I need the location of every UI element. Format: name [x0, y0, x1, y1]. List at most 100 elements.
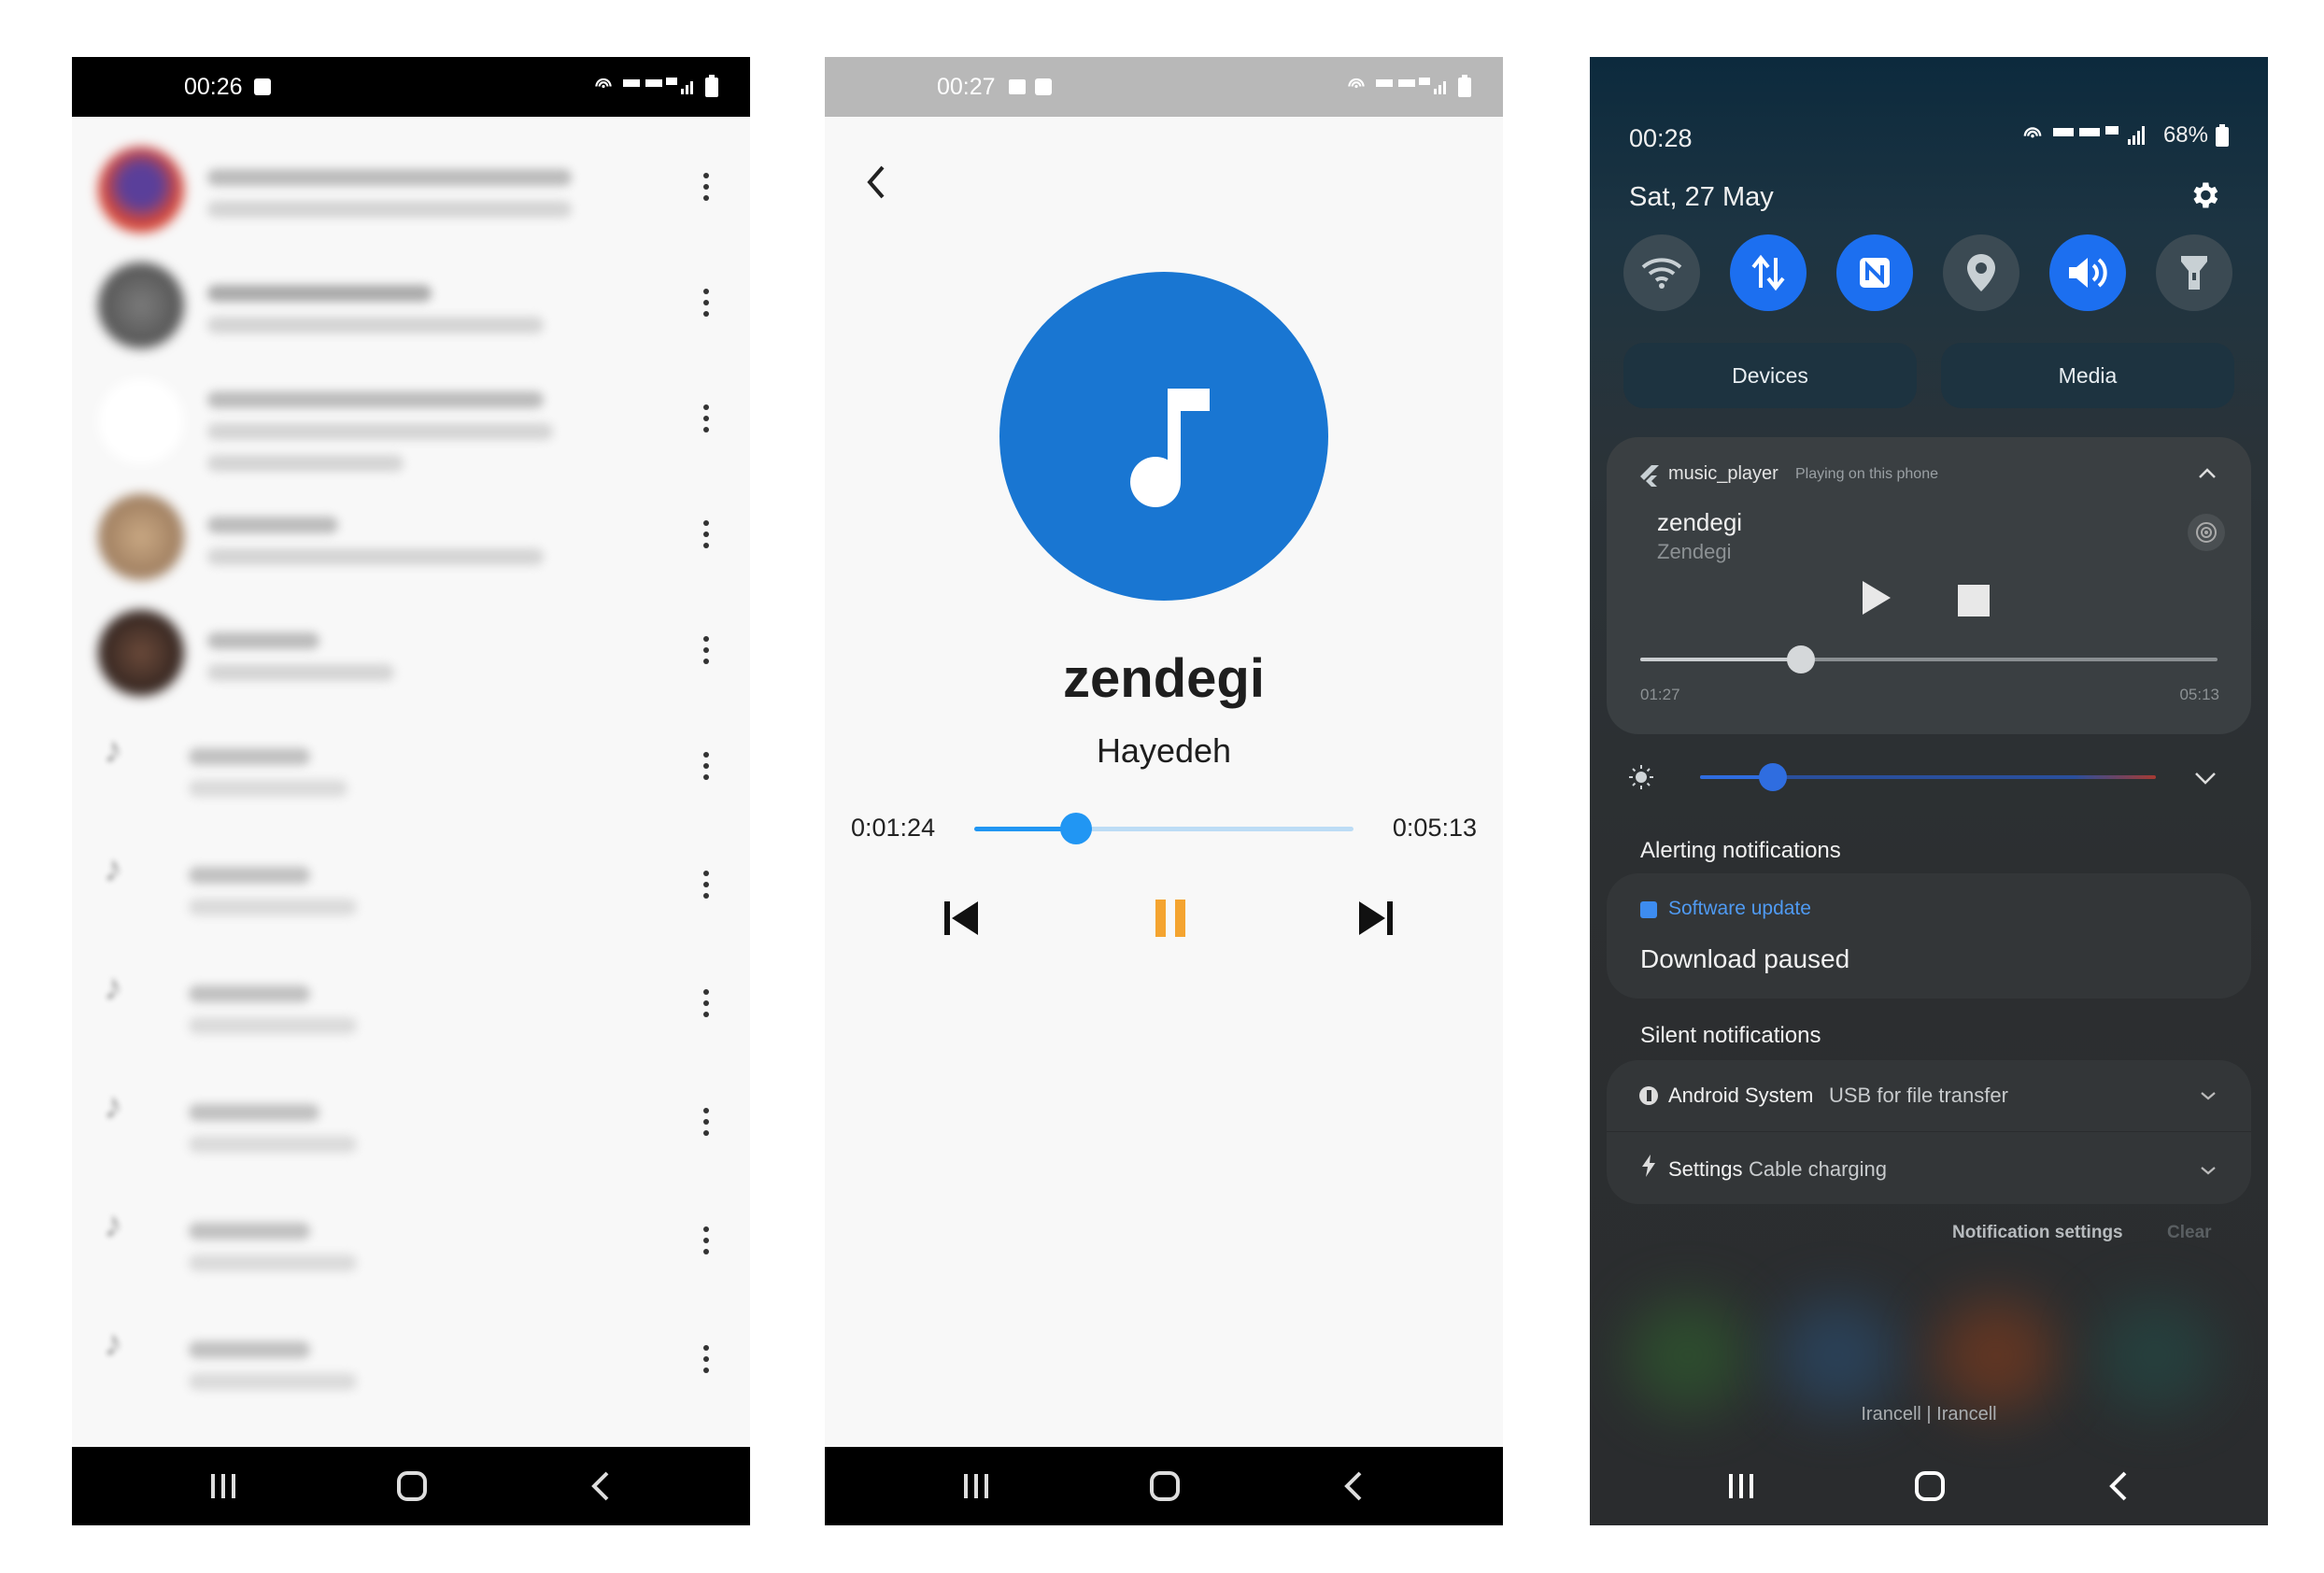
back-icon	[591, 1471, 609, 1501]
cast-output-icon	[2196, 522, 2217, 543]
list-item[interactable]	[72, 132, 750, 248]
devices-button[interactable]: Devices	[1623, 343, 1917, 408]
more-options-icon[interactable]	[703, 1345, 709, 1373]
recents-button[interactable]	[957, 1467, 995, 1505]
more-options-icon[interactable]	[703, 404, 709, 432]
album-art	[999, 272, 1328, 601]
more-options-icon[interactable]	[703, 752, 709, 780]
media-app-name: music_player	[1668, 463, 1778, 484]
media-seek-slider[interactable]	[1640, 645, 2218, 674]
checkbox-notification-icon	[1034, 78, 1052, 95]
list-item[interactable]	[72, 479, 750, 595]
list-item[interactable]: ♪	[72, 1185, 750, 1304]
collapse-chevron-icon[interactable]	[2197, 467, 2218, 480]
back-arrow-icon	[867, 165, 885, 199]
location-toggle[interactable]	[1943, 234, 2019, 311]
brightness-thumb[interactable]	[1759, 763, 1787, 791]
phone-screen-notifications: 00:28 68% Sat, 27 May Devices Media musi…	[1590, 57, 2268, 1525]
more-options-icon[interactable]	[703, 989, 709, 1017]
media-app-subtitle: Playing on this phone	[1795, 466, 1938, 482]
more-options-icon[interactable]	[703, 520, 709, 548]
home-button[interactable]	[1911, 1467, 1948, 1505]
pause-button[interactable]	[1150, 898, 1191, 939]
software-update-app: Software update	[1668, 898, 1811, 919]
wifi-toggle[interactable]	[1623, 234, 1700, 311]
blurred-title	[189, 748, 310, 765]
list-item[interactable]: ♪	[72, 1304, 750, 1423]
seek-slider[interactable]	[974, 812, 1353, 845]
navigation-bar	[72, 1447, 750, 1525]
settings-button[interactable]	[2188, 178, 2221, 212]
status-icons: 68%	[2019, 122, 2229, 149]
more-options-icon[interactable]	[703, 636, 709, 664]
brightness-slider[interactable]	[1700, 763, 2156, 791]
notification-settings-link[interactable]: Notification settings	[1952, 1223, 2123, 1243]
image-notification-icon	[1008, 79, 1026, 94]
media-stop-button[interactable]	[1956, 583, 1993, 620]
song-artist: Hayedeh	[1096, 731, 1232, 770]
home-icon	[1915, 1471, 1945, 1501]
media-play-button[interactable]	[1859, 579, 1896, 620]
settings-app: Settings	[1668, 1157, 1743, 1181]
expand-chevron-icon[interactable]	[2199, 1090, 2218, 1101]
navigation-bar	[1590, 1447, 2268, 1525]
blurred-subtitle	[207, 455, 404, 472]
media-notification-card[interactable]: music_player Playing on this phone zende…	[1607, 437, 2251, 734]
list-item[interactable]	[72, 363, 750, 479]
list-item[interactable]	[72, 248, 750, 363]
list-item[interactable]: ♪	[72, 1067, 750, 1185]
home-button[interactable]	[1146, 1467, 1183, 1505]
expand-chevron-icon[interactable]	[2193, 771, 2218, 786]
recents-icon	[211, 1474, 235, 1498]
previous-button[interactable]	[941, 898, 982, 939]
sound-toggle[interactable]	[2049, 234, 2126, 311]
back-button[interactable]	[1335, 1467, 1372, 1505]
blurred-title	[189, 985, 310, 1002]
status-time: 00:28	[1629, 124, 1693, 152]
media-button[interactable]: Media	[1941, 343, 2234, 408]
cast-output-button[interactable]	[2188, 514, 2225, 551]
list-item[interactable]: ♪	[72, 829, 750, 948]
home-button[interactable]	[393, 1467, 431, 1505]
list-item[interactable]	[72, 595, 750, 711]
mobile-data-icon	[1751, 254, 1785, 291]
software-update-notification[interactable]: Software update Download paused	[1607, 873, 2251, 999]
media-seek-thumb[interactable]	[1787, 645, 1815, 673]
status-time: 00:26	[184, 73, 243, 100]
recents-button[interactable]	[205, 1467, 242, 1505]
blurred-title	[207, 169, 572, 186]
music-note-icon: ♪	[104, 848, 122, 889]
expand-chevron-icon[interactable]	[2199, 1165, 2218, 1176]
more-options-icon[interactable]	[703, 1108, 709, 1136]
more-options-icon[interactable]	[703, 289, 709, 317]
clear-button[interactable]: Clear	[2167, 1223, 2212, 1243]
more-options-icon[interactable]	[703, 1226, 709, 1254]
carrier-label: Irancell | Irancell	[1861, 1404, 1997, 1424]
android-system-notification[interactable]: Android System USB for file transfer	[1607, 1060, 2251, 1132]
settings-charging-notification[interactable]: Settings Cable charging	[1607, 1133, 2251, 1204]
blurred-subtitle	[189, 780, 347, 797]
flashlight-toggle[interactable]	[2156, 234, 2232, 311]
total-duration: 0:05:13	[1392, 814, 1477, 842]
avatar	[98, 378, 184, 464]
back-arrow-button[interactable]	[862, 162, 900, 206]
blurred-subtitle	[189, 899, 357, 915]
list-item[interactable]: ♪	[72, 948, 750, 1067]
nfc-toggle[interactable]	[1836, 234, 1913, 311]
recents-icon	[964, 1474, 988, 1498]
blurred-title	[189, 1223, 310, 1240]
blurred-subtitle	[207, 201, 572, 218]
recents-button[interactable]	[1722, 1467, 1760, 1505]
more-options-icon[interactable]	[703, 871, 709, 899]
more-options-icon[interactable]	[703, 173, 709, 201]
mobile-data-toggle[interactable]	[1730, 234, 1807, 311]
skip-previous-icon	[944, 901, 978, 935]
status-time: 00:27	[937, 73, 996, 100]
back-button[interactable]	[2100, 1467, 2137, 1505]
list-item[interactable]: ♪	[72, 711, 750, 829]
android-system-app: Android System	[1668, 1084, 1814, 1107]
seek-thumb[interactable]	[1060, 813, 1092, 844]
next-button[interactable]	[1355, 898, 1396, 939]
nfc-icon	[1860, 258, 1890, 288]
back-button[interactable]	[582, 1467, 619, 1505]
